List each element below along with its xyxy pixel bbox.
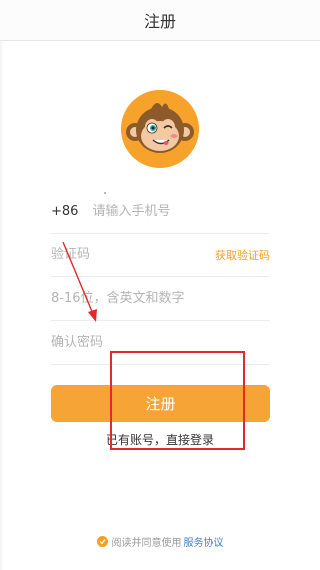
password-input[interactable] — [51, 283, 270, 314]
agreement-row: 阅读并同意使用 服务协议 — [0, 534, 320, 549]
country-code[interactable]: +86 — [51, 204, 78, 219]
service-agreement-link[interactable]: 服务协议 — [184, 534, 224, 549]
password-row — [51, 277, 270, 321]
left-edge-shadow — [0, 41, 4, 570]
phone-row: +86 — [51, 190, 270, 234]
login-link[interactable]: 已有账号，直接登录 — [0, 431, 320, 448]
agreement-text: 阅读并同意使用 — [111, 538, 182, 549]
get-code-button[interactable]: 获取验证码 — [215, 247, 270, 263]
confirm-password-row — [51, 321, 270, 365]
check-circle-icon[interactable] — [96, 536, 108, 547]
verification-code-input[interactable] — [51, 239, 215, 270]
code-row: 获取验证码 — [51, 233, 270, 277]
monkey-avatar-icon — [121, 90, 199, 168]
phone-input[interactable] — [92, 196, 270, 227]
page-title: 注册 — [143, 12, 176, 31]
register-button[interactable]: 注册 — [51, 385, 270, 422]
app-header: 注册 — [0, 0, 320, 41]
confirm-password-input[interactable] — [51, 327, 270, 358]
